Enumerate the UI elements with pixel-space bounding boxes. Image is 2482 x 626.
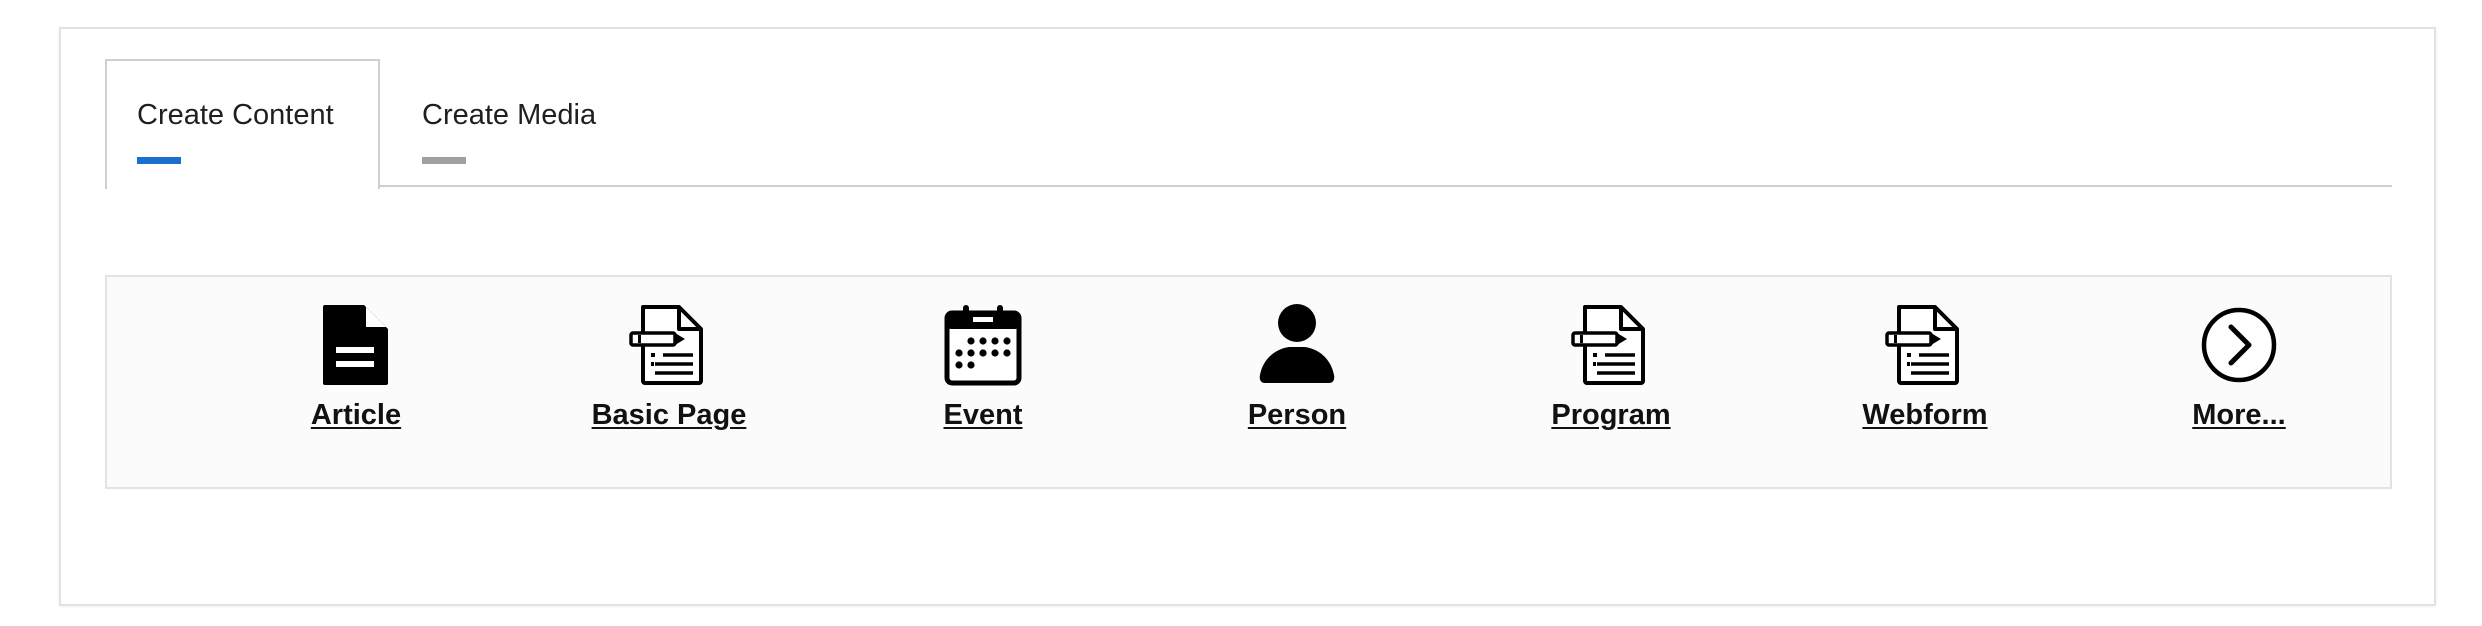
content-type-event-link[interactable]: Event [853,277,1113,487]
document-edit-icon [629,305,703,385]
chevron-right-circle-icon [2201,307,2277,383]
create-panel: Create Content Create Media Article Basi… [59,27,2436,606]
content-type-article-link[interactable]: Article [226,277,486,487]
content-type-list: Article Basic Page Event Person Program … [105,275,2392,489]
tab-create-media[interactable]: Create Media [380,59,640,187]
content-type-person-link[interactable]: Person [1167,277,1427,487]
content-type-label: Event [943,399,1023,431]
tab-inactive-indicator [422,157,466,164]
tab-bar: Create Content Create Media [105,59,2392,189]
document-edit-icon [1885,305,1959,385]
content-type-label: Basic Page [591,399,747,431]
document-edit-icon [1571,305,1645,385]
tab-label: Create Content [137,99,334,131]
calendar-icon [944,305,1022,386]
content-type-label: Program [1551,399,1671,431]
content-type-label: Article [310,399,402,431]
more-content-types-link[interactable]: More... [2109,277,2369,487]
content-type-program-link[interactable]: Program [1481,277,1741,487]
content-type-label: Webform [1862,399,1988,431]
tab-active-indicator [137,157,181,164]
tab-create-content[interactable]: Create Content [105,59,380,189]
content-type-label: Person [1247,399,1347,431]
content-type-basic-page-link[interactable]: Basic Page [539,277,799,487]
document-filled-icon [323,305,388,385]
content-type-webform-link[interactable]: Webform [1795,277,2055,487]
person-icon [1259,304,1335,383]
content-type-label: More... [2192,399,2286,431]
tab-label: Create Media [422,99,597,131]
